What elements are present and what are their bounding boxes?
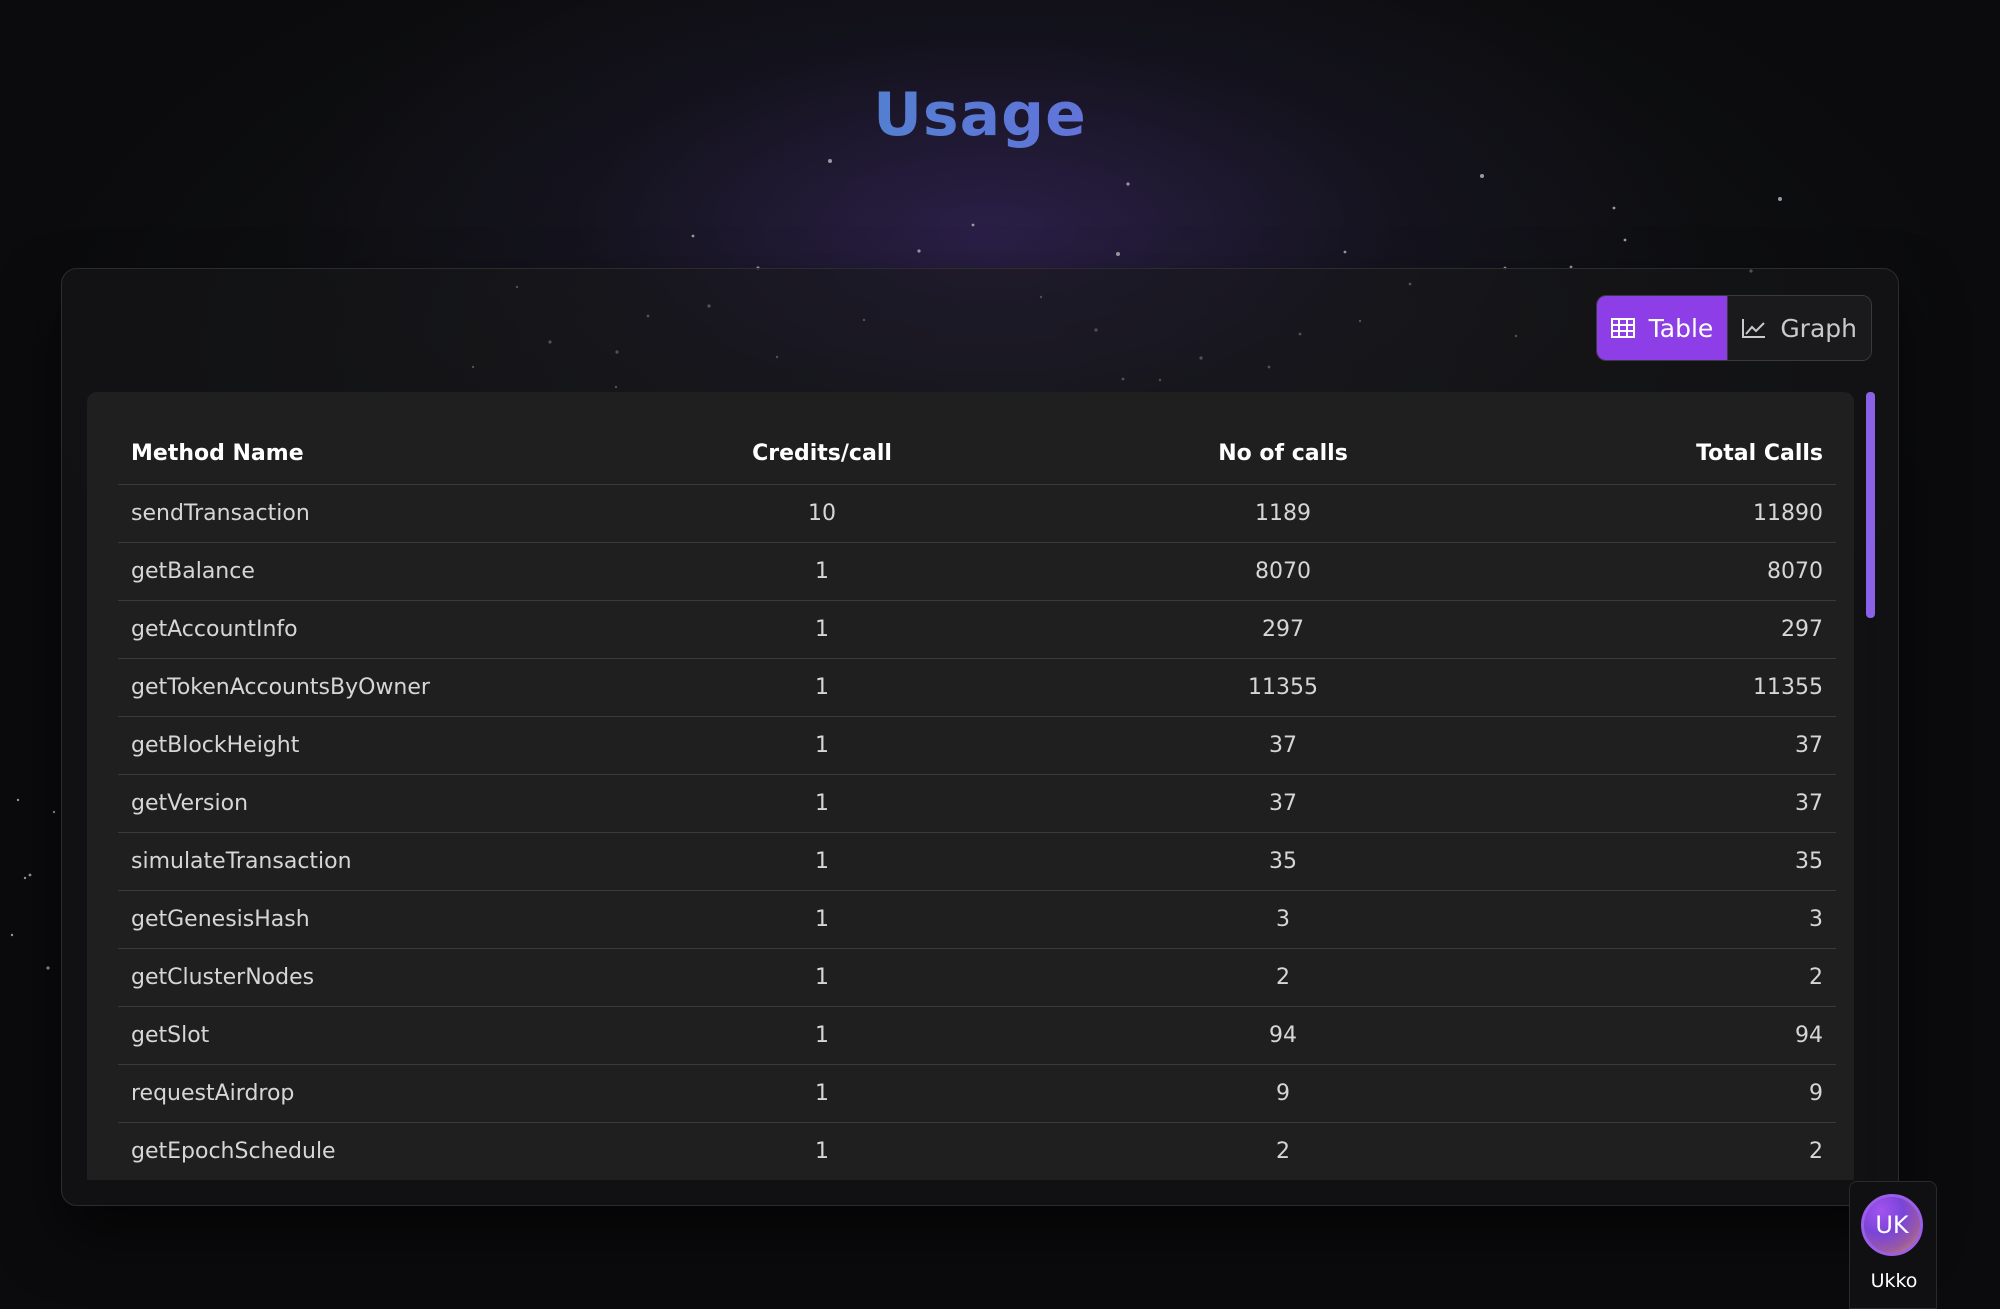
total-calls-cell: 297 (1546, 600, 1836, 659)
no-of-calls-cell: 37 (1020, 774, 1546, 833)
table-row: getClusterNodes 1 2 2 (118, 948, 1836, 1007)
total-calls-cell: 37 (1546, 774, 1836, 833)
method-name-cell: requestAirdrop (118, 1064, 624, 1123)
total-calls-cell: 3 (1546, 890, 1836, 949)
credits-per-call-cell: 1 (624, 600, 1020, 659)
total-calls-cell: 11355 (1546, 658, 1836, 717)
credits-per-call-cell: 1 (624, 948, 1020, 1007)
usage-table: Method Name Credits/call No of calls Tot… (118, 422, 1836, 1180)
table-row: simulateTransaction 1 35 35 (118, 832, 1836, 891)
table-icon (1610, 318, 1635, 338)
table-scrollbar[interactable] (1866, 392, 1875, 1182)
method-name-cell: getGenesisHash (118, 890, 624, 949)
total-calls-cell: 8070 (1546, 542, 1836, 601)
usage-card: Table Graph Method Name Credits/call No … (61, 268, 1899, 1206)
table-row: getSlot 1 94 94 (118, 1006, 1836, 1065)
no-of-calls-cell: 8070 (1020, 542, 1546, 601)
credits-per-call-cell: 10 (624, 484, 1020, 543)
avatar-initials: UK (1875, 1211, 1909, 1239)
method-name-cell: getSlot (118, 1006, 624, 1065)
table-row: sendTransaction 10 1189 11890 (118, 484, 1836, 543)
user-widget[interactable]: UK Ukko (1849, 1181, 1937, 1309)
credits-per-call-cell: 1 (624, 716, 1020, 775)
no-of-calls-cell: 2 (1020, 1122, 1546, 1180)
header-no-of-calls[interactable]: No of calls (1020, 422, 1546, 485)
credits-per-call-cell: 1 (624, 542, 1020, 601)
table-row: getGenesisHash 1 3 3 (118, 890, 1836, 949)
total-calls-cell: 2 (1546, 948, 1836, 1007)
total-calls-cell: 35 (1546, 832, 1836, 891)
table-row: requestAirdrop 1 9 9 (118, 1064, 1836, 1123)
no-of-calls-cell: 35 (1020, 832, 1546, 891)
total-calls-cell: 11890 (1546, 484, 1836, 543)
table-row: getTokenAccountsByOwner 1 11355 11355 (118, 658, 1836, 717)
graph-view-label: Graph (1780, 313, 1857, 343)
credits-per-call-cell: 1 (624, 890, 1020, 949)
no-of-calls-cell: 297 (1020, 600, 1546, 659)
table-view-label: Table (1648, 313, 1714, 343)
method-name-cell: getVersion (118, 774, 624, 833)
no-of-calls-cell: 37 (1020, 716, 1546, 775)
no-of-calls-cell: 9 (1020, 1064, 1546, 1123)
graph-view-button[interactable]: Graph (1727, 296, 1871, 360)
credits-per-call-cell: 1 (624, 658, 1020, 717)
line-chart-icon (1742, 318, 1766, 338)
avatar[interactable]: UK (1861, 1194, 1923, 1256)
total-calls-cell: 37 (1546, 716, 1836, 775)
total-calls-cell: 2 (1546, 1122, 1836, 1180)
table-view-button[interactable]: Table (1596, 296, 1728, 360)
method-name-cell: simulateTransaction (118, 832, 624, 891)
page-title: Usage (0, 80, 1960, 150)
table-row: getVersion 1 37 37 (118, 774, 1836, 833)
no-of-calls-cell: 94 (1020, 1006, 1546, 1065)
usage-table-panel: Method Name Credits/call No of calls Tot… (87, 392, 1854, 1180)
view-toggle: Table Graph (1595, 295, 1872, 361)
no-of-calls-cell: 2 (1020, 948, 1546, 1007)
method-name-cell: getBlockHeight (118, 716, 624, 775)
method-name-cell: getAccountInfo (118, 600, 624, 659)
method-name-cell: getClusterNodes (118, 948, 624, 1007)
total-calls-cell: 9 (1546, 1064, 1836, 1123)
header-method-name[interactable]: Method Name (118, 422, 624, 485)
total-calls-cell: 94 (1546, 1006, 1836, 1065)
method-name-cell: getBalance (118, 542, 624, 601)
credits-per-call-cell: 1 (624, 1006, 1020, 1065)
no-of-calls-cell: 1189 (1020, 484, 1546, 543)
method-name-cell: sendTransaction (118, 484, 624, 543)
table-row: getBalance 1 8070 8070 (118, 542, 1836, 601)
header-credits-per-call[interactable]: Credits/call (624, 422, 1020, 485)
credits-per-call-cell: 1 (624, 832, 1020, 891)
table-header-row: Method Name Credits/call No of calls Tot… (118, 422, 1836, 485)
table-row: getAccountInfo 1 297 297 (118, 600, 1836, 659)
credits-per-call-cell: 1 (624, 1122, 1020, 1180)
table-row: getBlockHeight 1 37 37 (118, 716, 1836, 775)
no-of-calls-cell: 11355 (1020, 658, 1546, 717)
table-row: getEpochSchedule 1 2 2 (118, 1122, 1836, 1180)
table-scrollbar-thumb[interactable] (1866, 392, 1875, 618)
method-name-cell: getEpochSchedule (118, 1122, 624, 1180)
credits-per-call-cell: 1 (624, 1064, 1020, 1123)
method-name-cell: getTokenAccountsByOwner (118, 658, 624, 717)
credits-per-call-cell: 1 (624, 774, 1020, 833)
header-total-calls[interactable]: Total Calls (1546, 422, 1836, 485)
no-of-calls-cell: 3 (1020, 890, 1546, 949)
user-name: Ukko (1870, 1270, 1918, 1292)
